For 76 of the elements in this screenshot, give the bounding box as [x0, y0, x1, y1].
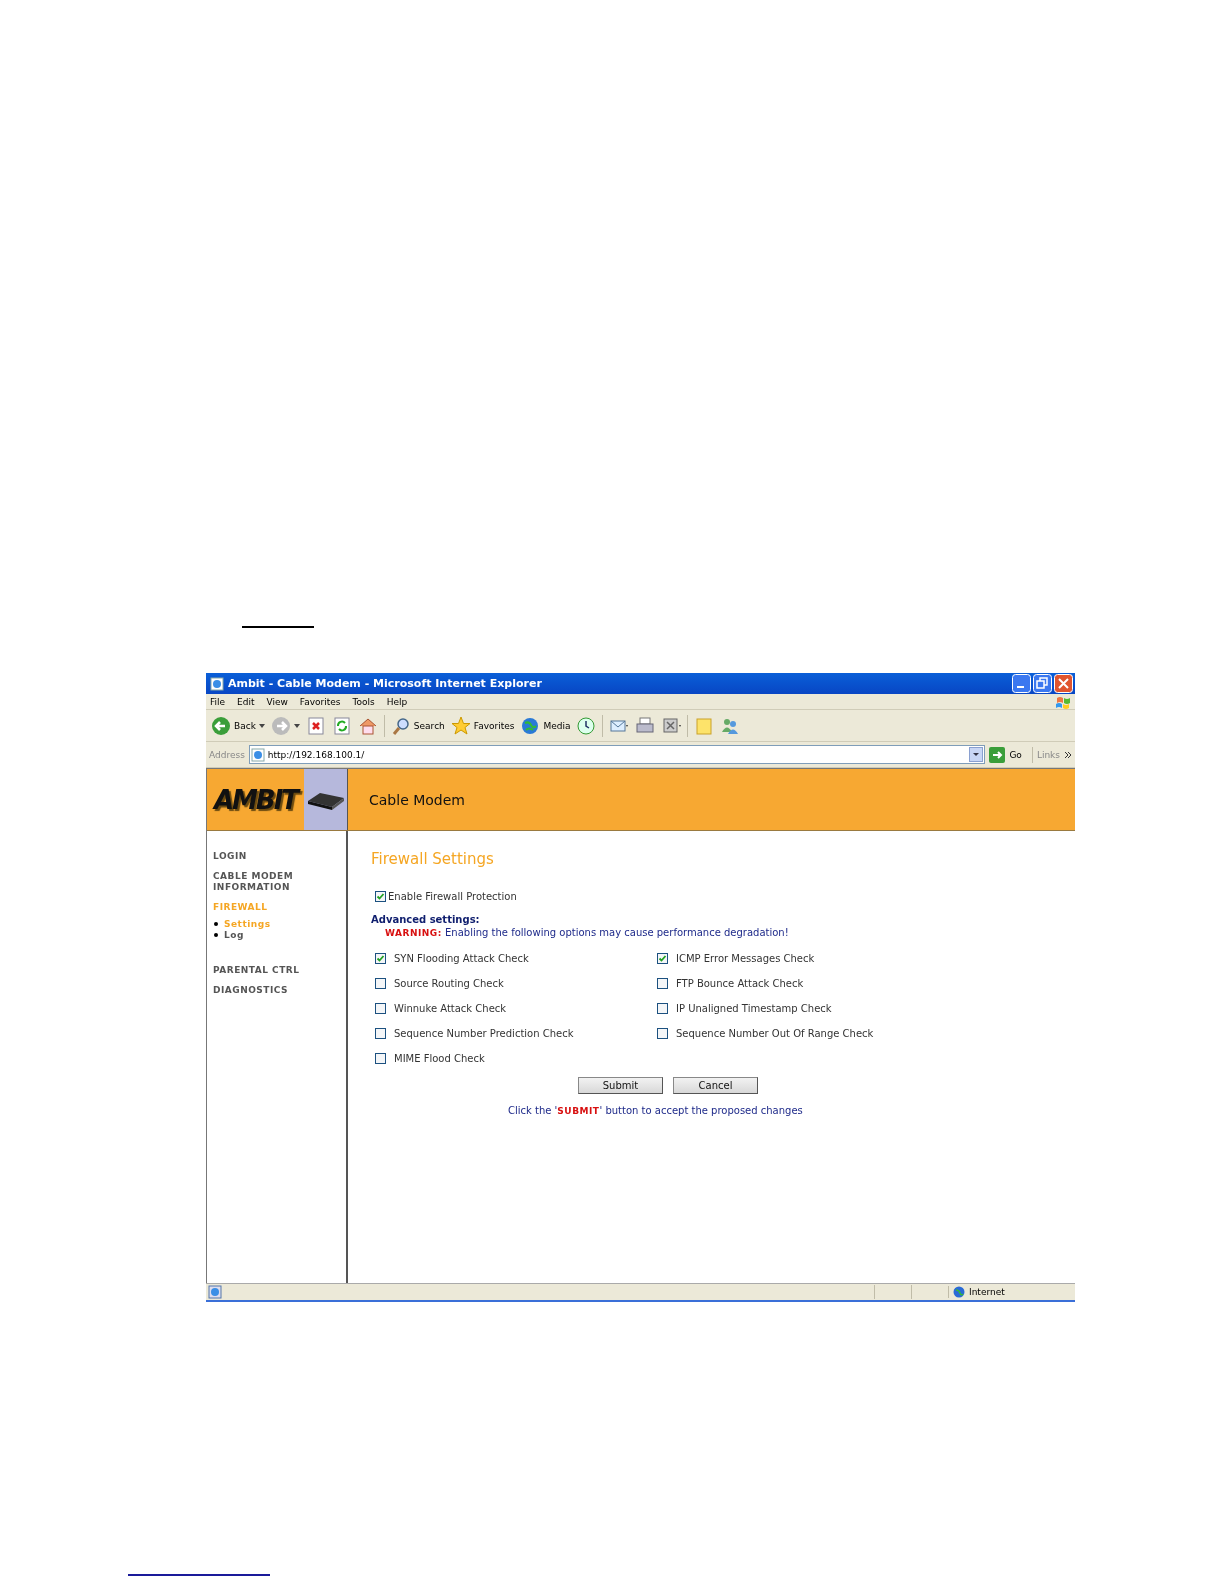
toolbar-button[interactable] — [305, 715, 326, 736]
menu-item[interactable]: Help — [386, 696, 408, 707]
toolbar-button[interactable] — [576, 715, 597, 736]
go-button[interactable]: Go — [989, 746, 1033, 763]
checkbox-label: Winnuke Attack Check — [394, 1003, 507, 1014]
checkbox[interactable] — [375, 1003, 386, 1014]
page-heading: Firewall Settings — [371, 850, 495, 868]
hint-text: Click the 'SUBMIT' button to accept the proposed changes — [508, 1105, 804, 1116]
flag-logo-icon — [1055, 694, 1071, 709]
toolbar-button[interactable]: Back — [211, 715, 265, 736]
site-title: Cable Modem — [369, 791, 465, 808]
search-icon — [390, 715, 411, 736]
warning-text: WARNING: Enabling the following options may cause performance degradation! — [385, 927, 790, 938]
stop-icon — [305, 715, 326, 736]
window-title: Ambit - Cable Modem - Microsoft Internet Explorer — [228, 677, 543, 690]
status-zone: Internet — [969, 1287, 1005, 1297]
refresh-icon — [331, 715, 352, 736]
checkbox-label: FTP Bounce Attack Check — [676, 978, 804, 989]
note-icon — [694, 715, 715, 736]
history-icon — [576, 715, 597, 736]
checkbox[interactable] — [375, 1053, 386, 1064]
chevron-icon[interactable] — [1064, 750, 1072, 759]
edit-icon — [661, 715, 682, 736]
checkbox[interactable] — [657, 1028, 668, 1039]
logo-text: AMBIT — [213, 784, 298, 815]
menu-item[interactable]: Tools — [352, 696, 375, 707]
toolbar-button[interactable]: Media — [520, 715, 571, 736]
globe-icon — [953, 1286, 965, 1298]
form-button[interactable]: Submit — [578, 1077, 663, 1094]
toolbar-button[interactable] — [635, 715, 656, 736]
bullet-icon — [214, 933, 218, 937]
arrow-right-icon — [989, 746, 1006, 763]
address-field[interactable]: http://192.168.100.1/ — [248, 745, 986, 764]
checkbox[interactable] — [375, 1028, 386, 1039]
form-button[interactable]: Cancel — [673, 1077, 758, 1094]
checkbox[interactable] — [375, 978, 386, 989]
address-label: Address — [209, 749, 245, 760]
checkbox-label: MIME Flood Check — [394, 1053, 485, 1064]
sidebar-link[interactable]: Log — [224, 930, 244, 940]
page-icon — [250, 747, 265, 762]
menu-item[interactable]: View — [266, 696, 288, 707]
dropdown-arrow-icon — [258, 723, 265, 728]
checkbox-label: SYN Flooding Attack Check — [394, 953, 529, 964]
checkbox-label: ICMP Error Messages Check — [676, 953, 815, 964]
checkbox-label: Sequence Number Out Of Range Check — [676, 1028, 874, 1039]
menu-item[interactable]: Edit — [237, 696, 255, 707]
checkbox[interactable] — [657, 953, 668, 964]
checkbox-label: IP Unaligned Timestamp Check — [676, 1003, 832, 1014]
restore-icon[interactable] — [1033, 674, 1052, 693]
sidebar-link[interactable]: CABLE MODEM INFORMATION — [213, 871, 303, 893]
menu-item[interactable]: File — [210, 696, 226, 707]
page-icon — [208, 1285, 222, 1299]
printer-icon — [635, 715, 656, 736]
checkbox[interactable] — [375, 953, 386, 964]
toolbar-button[interactable] — [331, 715, 352, 736]
section-label: Advanced settings: — [371, 914, 481, 925]
close-icon[interactable] — [1054, 674, 1073, 693]
menu-item[interactable]: Favorites — [299, 696, 341, 707]
checkbox-label: Source Routing Check — [394, 978, 504, 989]
checkbox[interactable] — [657, 1003, 668, 1014]
toolbar-button[interactable] — [661, 715, 682, 736]
minimize-icon[interactable] — [1012, 674, 1031, 693]
toolbar-button[interactable]: Favorites — [450, 715, 515, 736]
checkbox[interactable] — [657, 978, 668, 989]
page-icon — [210, 676, 224, 691]
bullet-icon — [214, 922, 218, 926]
checkbox[interactable] — [375, 891, 386, 902]
globe-icon — [520, 715, 541, 736]
dropdown-arrow-icon — [293, 723, 300, 728]
checkbox-label: Sequence Number Prediction Check — [394, 1028, 574, 1039]
star-icon — [450, 715, 471, 736]
sidebar-link[interactable]: LOGIN — [213, 851, 303, 862]
sidebar-link[interactable]: PARENTAL CTRL — [213, 965, 303, 976]
sidebar-link[interactable]: DIAGNOSTICS — [213, 985, 303, 996]
checkbox-label: Enable Firewall Protection — [388, 891, 517, 902]
toolbar-button[interactable]: Search — [390, 715, 445, 736]
